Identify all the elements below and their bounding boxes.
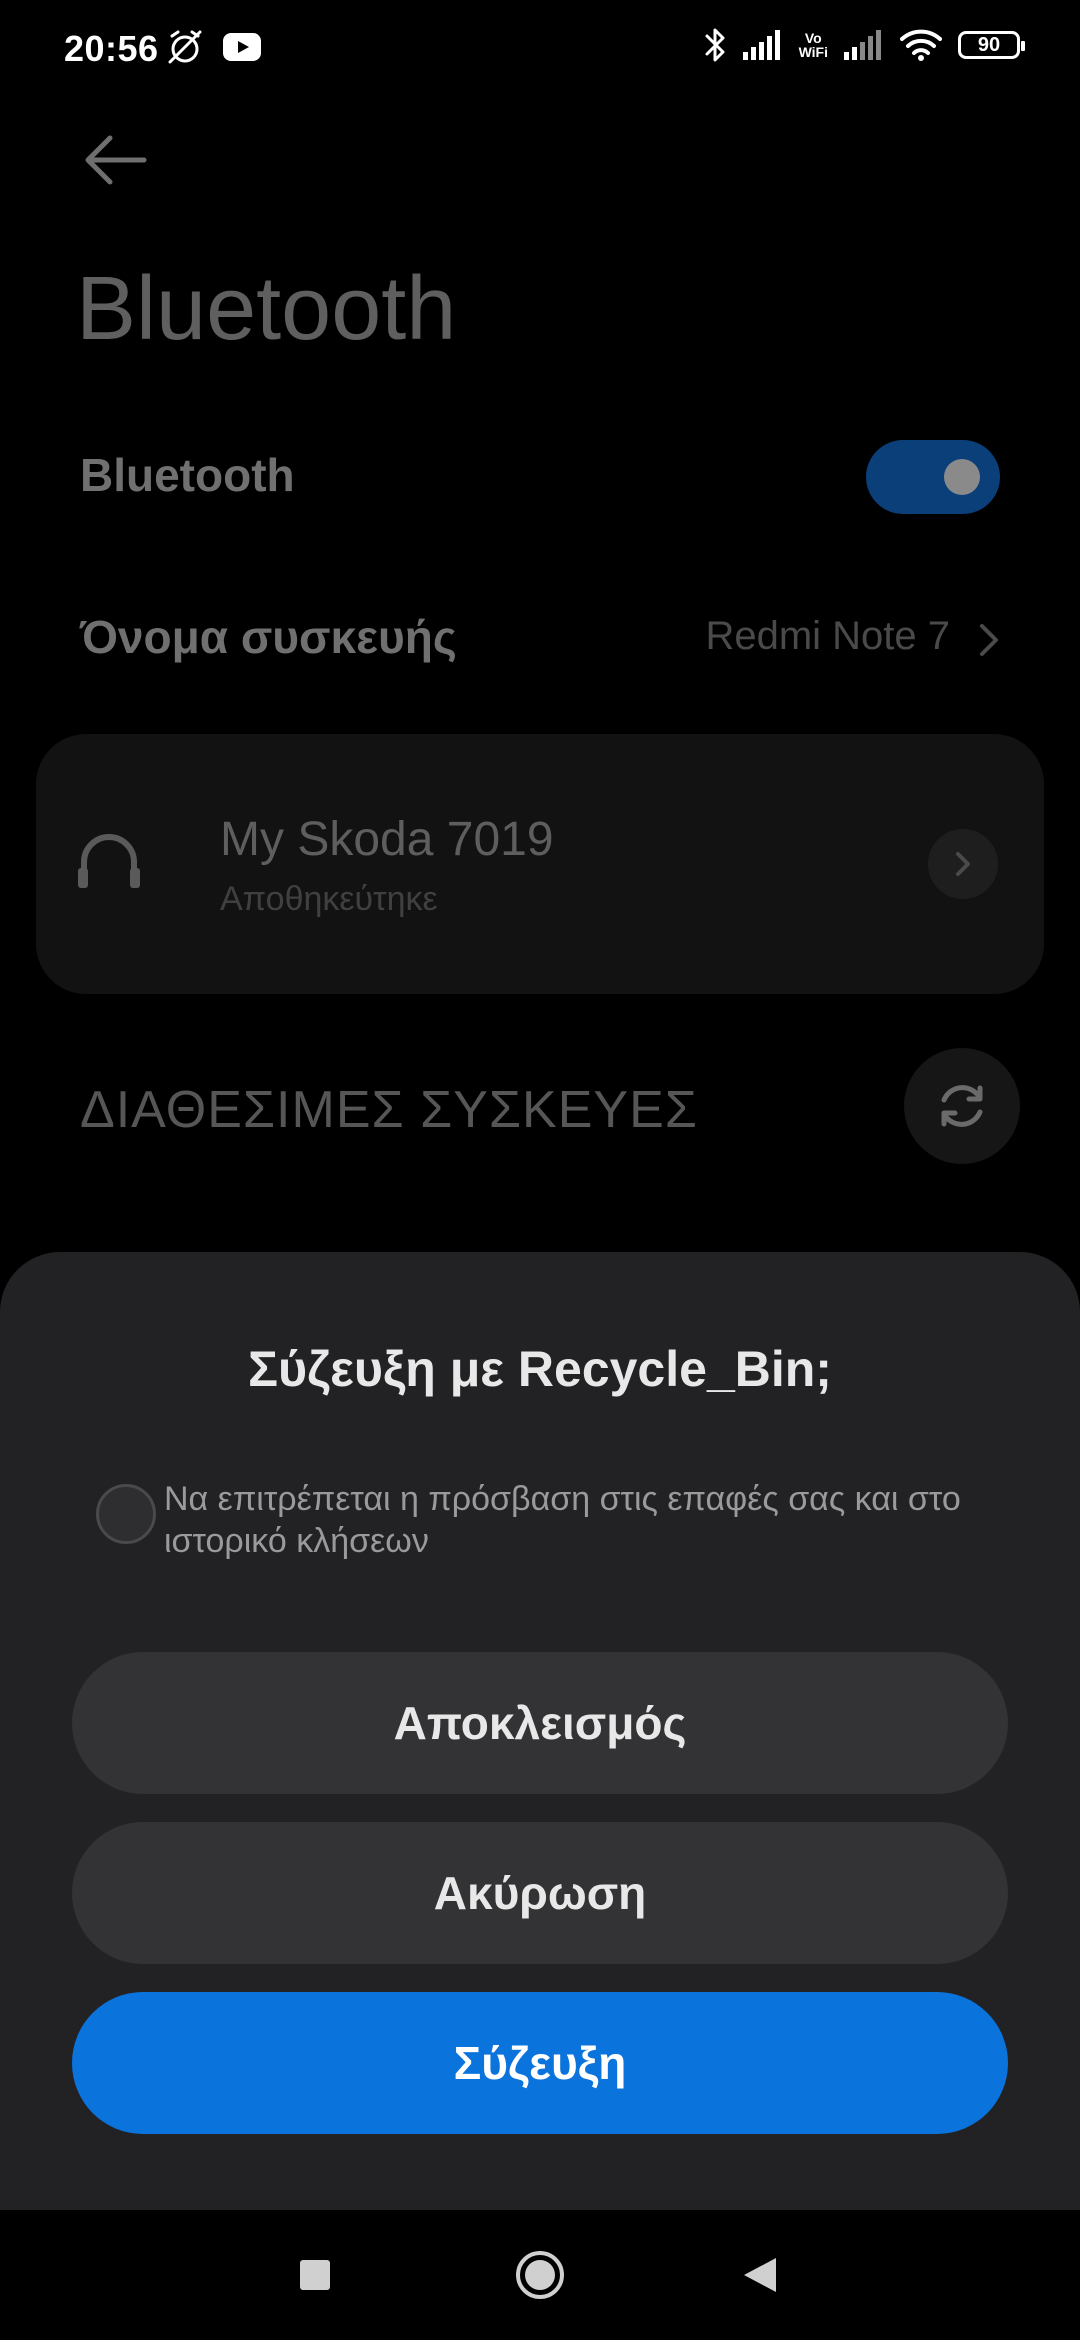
signal-icon: [742, 30, 780, 60]
arrow-left-icon: [85, 135, 147, 185]
status-time: 20:56: [64, 28, 159, 69]
device-details-button[interactable]: [928, 829, 998, 899]
chevron-right-icon: [980, 624, 998, 656]
status-left-icons: [166, 28, 262, 66]
youtube-icon: [223, 33, 261, 61]
pairing-dialog: Σύζευξη με Recycle_Bin; Να επιτρέπεται η…: [0, 1252, 1080, 2210]
vowifi-indicator: Vo WiFi: [798, 30, 828, 60]
wifi-icon: [900, 29, 942, 61]
dialog-title: Σύζευξη με Recycle_Bin;: [248, 1341, 832, 1397]
navigation-bar: [0, 2210, 1080, 2340]
device-name-value[interactable]: Redmi Note 7: [705, 614, 950, 659]
saved-device-name: My Skoda 7019: [220, 813, 554, 866]
screen: Bluetooth Bluetooth Όνομα συσκευής Redmi…: [0, 0, 1080, 2340]
contacts-access-label[interactable]: Να επιτρέπεται η πρόσβαση στις επαφές σα…: [164, 1478, 1004, 1562]
chevron-right-icon: [956, 852, 970, 876]
available-devices-heading: ΔΙΑΘΕΣΙΜΕΣ ΣΥΣΚΕΥΕΣ: [80, 1081, 698, 1139]
contacts-access-checkbox[interactable]: [96, 1484, 156, 1544]
bluetooth-toggle[interactable]: [866, 440, 1000, 514]
saved-device-status: Αποθηκεύτηκε: [220, 880, 438, 918]
refresh-icon: [941, 1085, 983, 1127]
status-right-icons: Vo WiFi 90: [703, 26, 1025, 64]
back-button[interactable]: [80, 130, 150, 190]
block-button[interactable]: Αποκλεισμός: [72, 1652, 1008, 1794]
home-button[interactable]: [514, 2249, 566, 2301]
status-bar: 20:56 Vo WiFi 90: [0, 0, 1080, 100]
battery-indicator: 90: [958, 31, 1025, 59]
bluetooth-icon: [705, 28, 725, 62]
pair-button[interactable]: Σύζευξη: [72, 1992, 1008, 2134]
cancel-button[interactable]: Ακύρωση: [72, 1822, 1008, 1964]
alarm-off-icon: [168, 30, 202, 64]
page-title: Bluetooth: [76, 259, 457, 359]
headphones-icon: [78, 834, 140, 888]
bluetooth-toggle-label: Bluetooth: [80, 449, 295, 501]
toggle-knob: [944, 459, 980, 495]
refresh-button[interactable]: [904, 1048, 1020, 1164]
recents-button[interactable]: [300, 2260, 330, 2290]
signal-icon-secondary: [844, 30, 881, 60]
nav-back-button[interactable]: [742, 2256, 778, 2294]
device-name-label[interactable]: Όνομα συσκευής: [80, 610, 457, 664]
